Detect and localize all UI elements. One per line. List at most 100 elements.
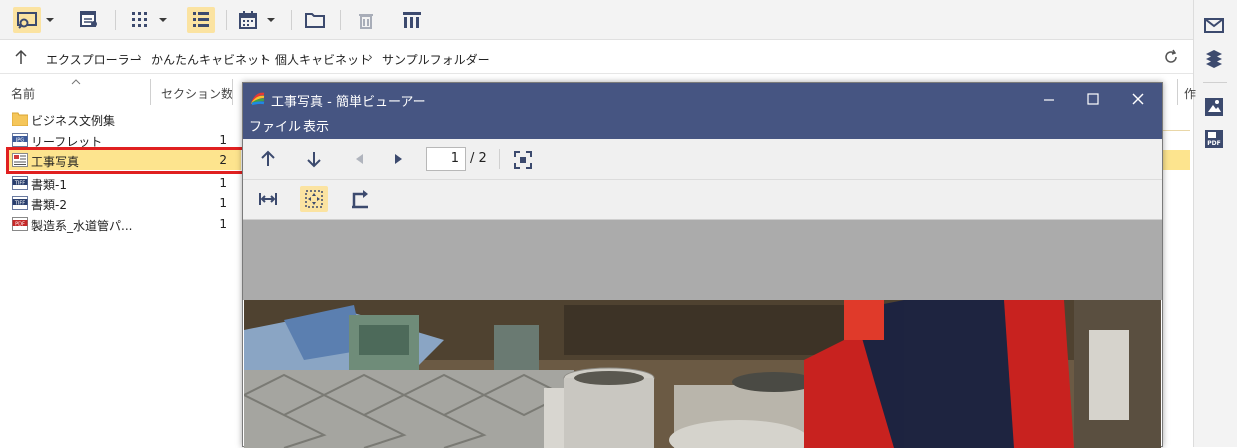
folder-icon (12, 112, 28, 126)
image-convert-icon (1205, 98, 1223, 116)
column-header-name[interactable]: 名前 (11, 85, 35, 102)
properties-button[interactable] (78, 8, 100, 30)
cabinet-button[interactable] (1203, 48, 1225, 70)
viewer-nav-toolbar: 1 / 2 (243, 139, 1162, 180)
list-item[interactable]: ビジネス文例集 (9, 109, 241, 129)
document-list-icon (80, 11, 97, 27)
chevron-down-icon[interactable] (267, 18, 275, 22)
viewer-title: 工事写真 - 簡単ビューアー (271, 95, 426, 110)
section-count: 1 (219, 196, 227, 210)
main-toolbar (0, 0, 1193, 40)
chevron-down-icon[interactable] (159, 18, 167, 22)
toolbar-divider (499, 149, 500, 169)
header-row-line (1163, 130, 1190, 131)
chevron-down-icon[interactable] (46, 18, 54, 22)
up-arrow-button[interactable] (13, 49, 29, 65)
pdf-icon: PDF (12, 217, 28, 231)
fit-page-icon (305, 190, 323, 208)
column-header-sections[interactable]: セクション数 (161, 85, 233, 102)
chevron-right-icon: › (261, 50, 266, 64)
column-divider (150, 79, 151, 105)
file-name: ビジネス文例集 (31, 114, 116, 128)
sidebar-divider (1203, 82, 1227, 83)
breadcrumb-item[interactable]: エクスプローラー (46, 51, 142, 68)
svg-text:PDF: PDF (1207, 140, 1220, 147)
page-number-input[interactable]: 1 (426, 147, 466, 171)
list-view-button[interactable] (187, 7, 215, 33)
app-logo-icon (250, 92, 265, 106)
viewer-titlebar: 工事写真 - 簡単ビューアー ファイル 表示 (243, 83, 1162, 139)
batch-process-icon (403, 12, 421, 28)
pdf-convert-button[interactable]: PDF (1203, 128, 1225, 150)
tiff-icon: TIFF (12, 196, 28, 210)
minimize-icon[interactable] (1039, 91, 1059, 107)
arrow-down-icon[interactable] (305, 150, 323, 168)
photo-image (244, 300, 1161, 448)
construction-photo (244, 300, 1161, 448)
calendar-view-button[interactable] (236, 8, 260, 32)
toolbar-divider (340, 10, 341, 30)
image-convert-button[interactable] (1203, 96, 1225, 118)
previous-page-icon[interactable] (353, 152, 367, 166)
list-item[interactable]: PDF 製造系_水道管パ... 1 (9, 214, 241, 234)
svg-text:TIFF: TIFF (14, 180, 25, 186)
next-page-icon[interactable] (391, 152, 405, 166)
trash-stack-icon (359, 14, 373, 29)
open-folder-button[interactable] (303, 8, 327, 32)
grid-icon (132, 12, 147, 27)
search-window-icon (17, 12, 37, 29)
batch-action-button[interactable] (400, 8, 424, 32)
stack-icon (1206, 50, 1222, 68)
arrow-up-icon[interactable] (259, 150, 277, 168)
arrow-up-icon (15, 49, 27, 64)
thumbnail-view-button[interactable] (128, 8, 152, 32)
svg-text:PDF: PDF (15, 221, 25, 227)
disabled-action-button[interactable] (354, 8, 378, 32)
column-divider (232, 79, 233, 105)
viewer-zoom-toolbar (243, 180, 1162, 220)
svg-text:TIFF: TIFF (14, 200, 25, 206)
column-divider (1177, 79, 1178, 105)
column-header-trailing[interactable]: 作 (1184, 85, 1196, 102)
jpg-icon: JPG (12, 133, 28, 147)
calendar-icon (239, 11, 257, 29)
section-count: 1 (219, 176, 227, 190)
refresh-icon (1165, 49, 1177, 63)
fullscreen-icon[interactable] (513, 150, 533, 170)
svg-text:JPG: JPG (15, 137, 24, 143)
fit-width-icon[interactable] (258, 190, 278, 208)
explorer-view-button[interactable] (13, 7, 41, 33)
section-count: 1 (219, 217, 227, 231)
menu-view[interactable]: 表示 (303, 116, 329, 135)
breadcrumb-item[interactable]: サンプルフォルダー (382, 51, 490, 68)
list-icon (193, 12, 209, 27)
sort-ascending-icon (71, 75, 81, 85)
toolbar-divider (226, 10, 227, 30)
file-name: 書類-1 (31, 178, 67, 192)
chevron-right-icon: › (137, 50, 142, 64)
breadcrumb-bottom-border (0, 73, 1193, 74)
breadcrumb-item[interactable]: 個人キャビネット (275, 51, 371, 68)
toolbar-divider (291, 10, 292, 30)
folder-icon (305, 13, 325, 28)
breadcrumb-item[interactable]: かんたんキャビネット (151, 51, 271, 68)
file-name: 書類-2 (31, 198, 67, 212)
page-total: / 2 (470, 151, 487, 166)
viewer-window: 工事写真 - 簡単ビューアー ファイル 表示 1 / 2 (242, 82, 1163, 448)
toolbar-divider (115, 10, 116, 30)
mail-icon (1204, 18, 1224, 33)
list-item[interactable]: TIFF 書類-2 1 (9, 193, 241, 213)
fit-page-button[interactable] (300, 186, 328, 212)
refresh-button[interactable] (1163, 49, 1179, 65)
menu-file[interactable]: ファイル (249, 116, 301, 135)
rotate-icon[interactable] (350, 189, 370, 209)
chevron-right-icon: › (368, 50, 373, 64)
section-count: 1 (219, 133, 227, 147)
document-background (243, 220, 1162, 300)
close-icon[interactable] (1128, 91, 1148, 107)
list-item[interactable]: TIFF 書類-1 1 (9, 173, 241, 193)
pdf-convert-icon: PDF (1205, 130, 1223, 148)
highlight-box (6, 147, 245, 174)
maximize-icon[interactable] (1083, 91, 1103, 107)
mail-button[interactable] (1203, 14, 1225, 36)
